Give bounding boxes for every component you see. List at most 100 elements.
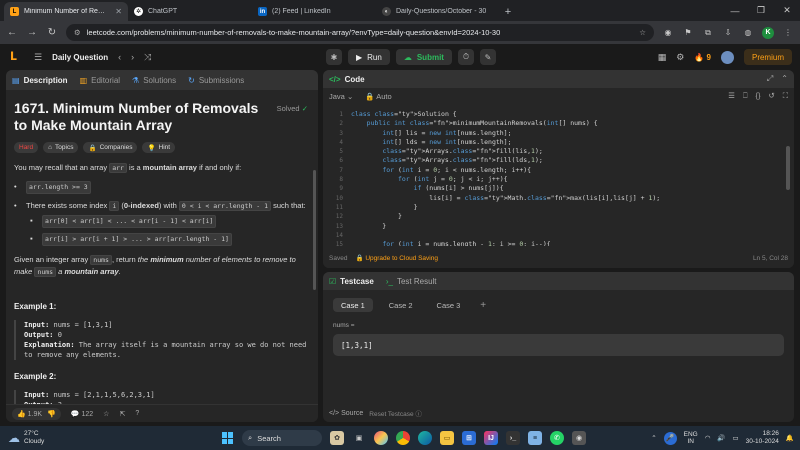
site-info-icon[interactable]: ⚙ (74, 28, 81, 37)
add-case-icon[interactable]: + (476, 298, 490, 312)
prev-problem-icon[interactable]: ‹ (118, 52, 121, 62)
close-window-icon[interactable]: ✕ (774, 0, 800, 21)
browser-tab-leetcode[interactable]: L Minimum Number of Removals ✕ (4, 2, 128, 21)
case-tab-2[interactable]: Case 2 (381, 298, 421, 312)
format-icon[interactable]: ☰ (728, 91, 735, 101)
reload-icon[interactable]: ↻ (46, 27, 58, 38)
leetcode-logo-icon[interactable]: ᒪ (10, 50, 22, 64)
user-avatar[interactable] (720, 50, 734, 64)
tab-description[interactable]: ▤ Description (12, 76, 68, 85)
tab-solutions[interactable]: ⚗ Solutions (132, 76, 176, 85)
maximize-icon[interactable]: ❐ (748, 0, 774, 21)
code-line[interactable]: int[] lds = new int[nums.length]; (351, 138, 660, 147)
code-line[interactable]: for (int i = nums.length - 1; i >= 0; i-… (351, 240, 660, 246)
premium-button[interactable]: Premium (743, 49, 792, 65)
bookmark-star-icon[interactable]: ☆ (639, 28, 646, 37)
upgrade-cloud-link[interactable]: 🔒 Upgrade to Cloud Saving (355, 254, 438, 262)
code-line[interactable]: } (351, 212, 660, 221)
code-line[interactable]: } (351, 203, 660, 212)
extension-icon[interactable]: ⚑ (682, 27, 694, 39)
code-line[interactable]: for (int i = 0; i < nums.length; i++){ (351, 166, 660, 175)
back-icon[interactable]: ← (6, 27, 18, 38)
companies-chip[interactable]: 🔒 Companies (83, 142, 138, 153)
topics-chip[interactable]: ⌂ Topics (43, 142, 79, 153)
browser-tab-github[interactable]: ◐ Daily-Questions/October - 30 (376, 2, 500, 21)
forward-icon[interactable]: → (26, 27, 38, 38)
shuffle-icon[interactable]: ⤨ (144, 52, 151, 63)
run-button[interactable]: ▶ Run (348, 49, 390, 65)
auto-mode-toggle[interactable]: 🔒 Auto (365, 92, 391, 101)
braces-icon[interactable]: {} (755, 91, 760, 101)
notepad-icon[interactable]: ≡ (528, 431, 542, 445)
tab-submissions[interactable]: ↻ Submissions (188, 76, 244, 85)
terminal-icon[interactable]: ›_ (506, 431, 520, 445)
favorite-star-icon[interactable]: ☆ (103, 410, 109, 418)
code-line[interactable]: class class="ty">Solution { (351, 110, 660, 119)
battery-icon[interactable]: ▭ (733, 434, 739, 442)
case-tab-3[interactable]: Case 3 (429, 298, 469, 312)
code-line[interactable]: for (int j = 0; j < i; j++){ (351, 175, 660, 184)
taskbar-search[interactable]: ⌕ Search (242, 430, 322, 446)
reset-testcase-button[interactable]: Reset Testcase ⓘ (369, 408, 422, 418)
nums-input[interactable]: [1,3,1] (333, 334, 784, 356)
help-icon[interactable]: ? (135, 410, 139, 417)
tab-test-result[interactable]: ›_ Test Result (386, 277, 437, 286)
extension-icon[interactable]: ◍ (742, 27, 754, 39)
url-input[interactable]: ⚙ leetcode.com/problems/minimum-number-o… (66, 24, 654, 41)
profile-avatar[interactable]: K (762, 26, 774, 39)
expand-icon[interactable]: ⤢ (767, 74, 773, 84)
copilot-icon[interactable] (374, 431, 388, 445)
problem-list-icon[interactable]: ☰ (34, 52, 42, 63)
weather-widget[interactable]: ☁ 27°C Cloudy (8, 430, 108, 446)
minimize-icon[interactable]: — (722, 0, 748, 21)
windows-start-icon[interactable] (222, 432, 234, 444)
microsoft-store-icon[interactable]: ⊞ (462, 431, 476, 445)
comments-button[interactable]: 💬 122 (71, 410, 93, 418)
wifi-icon[interactable]: ◠ (705, 434, 711, 442)
task-view-icon[interactable]: ▣ (352, 431, 366, 445)
chevron-up-icon[interactable]: ⌃ (781, 74, 788, 84)
code-line[interactable] (351, 231, 660, 240)
close-icon[interactable]: ✕ (115, 7, 122, 16)
code-line[interactable]: int[] lis = new int[nums.length]; (351, 129, 660, 138)
source-button[interactable]: </> Source (329, 410, 363, 417)
code-text[interactable]: class class="ty">Solution { public int c… (351, 110, 660, 246)
microphone-icon[interactable]: 🎤 (663, 431, 677, 445)
fullscreen-icon[interactable]: ⛶ (783, 91, 788, 101)
speaker-icon[interactable]: 🔊 (717, 434, 725, 442)
extension-icon[interactable]: ◉ (662, 27, 674, 39)
code-line[interactable]: } (351, 222, 660, 231)
debug-icon[interactable]: ✱ (326, 49, 342, 65)
extensions-puzzle-icon[interactable]: ⧉ (702, 27, 714, 39)
edge-icon[interactable] (418, 431, 432, 445)
code-line[interactable]: class="ty">Arrays.class="fn">fill(lds,1)… (351, 156, 660, 165)
code-line[interactable]: lis[i] = class="ty">Math.class="fn">max(… (351, 194, 660, 203)
file-explorer-icon[interactable]: ▭ (440, 431, 454, 445)
chrome-icon[interactable] (396, 431, 410, 445)
settings-gear-icon[interactable]: ⚙ (676, 52, 684, 63)
hint-chip[interactable]: 💡 Hint (142, 142, 176, 153)
new-tab-button[interactable]: + (500, 2, 516, 21)
code-line[interactable]: class="ty">Arrays.class="fn">fill(lis,1)… (351, 147, 660, 156)
share-icon[interactable]: ⇱ (119, 410, 125, 418)
menu-dots-icon[interactable]: ⋮ (782, 27, 794, 39)
widgets-icon[interactable]: ✿ (330, 431, 344, 445)
timer-icon[interactable]: ⏱ (457, 49, 474, 65)
notes-icon[interactable]: ✎ (479, 49, 496, 65)
chevron-up-icon[interactable]: ⌃ (651, 434, 656, 442)
editor-scrollbar[interactable] (786, 146, 790, 190)
whatsapp-icon[interactable]: ✆ (550, 431, 564, 445)
streak-counter[interactable]: 🔥 9 (694, 53, 711, 62)
code-line[interactable]: public int class="fn">minimumMountainRem… (351, 119, 660, 128)
code-editor[interactable]: 1 2 3 4 5 6 7 8 9 10 11 12 13 14 15 class class="ty">S… (323, 106, 794, 246)
bookmark-icon[interactable]: ⎕ (743, 91, 748, 101)
like-button[interactable]: 👍 1.9K (17, 410, 42, 418)
code-line[interactable]: if (nums[i] > nums[j]){ (351, 184, 660, 193)
intellij-icon[interactable]: IJ (484, 431, 498, 445)
notification-icon[interactable]: 🔔 (786, 434, 794, 442)
camera-icon[interactable]: ◉ (572, 431, 586, 445)
download-icon[interactable]: ⇩ (722, 27, 734, 39)
tab-testcase[interactable]: ☑ Testcase (329, 277, 374, 286)
problem-title[interactable]: 1671. Minimum Number of Removals to Make… (14, 100, 264, 134)
layout-grid-icon[interactable]: ▦ (658, 52, 667, 63)
